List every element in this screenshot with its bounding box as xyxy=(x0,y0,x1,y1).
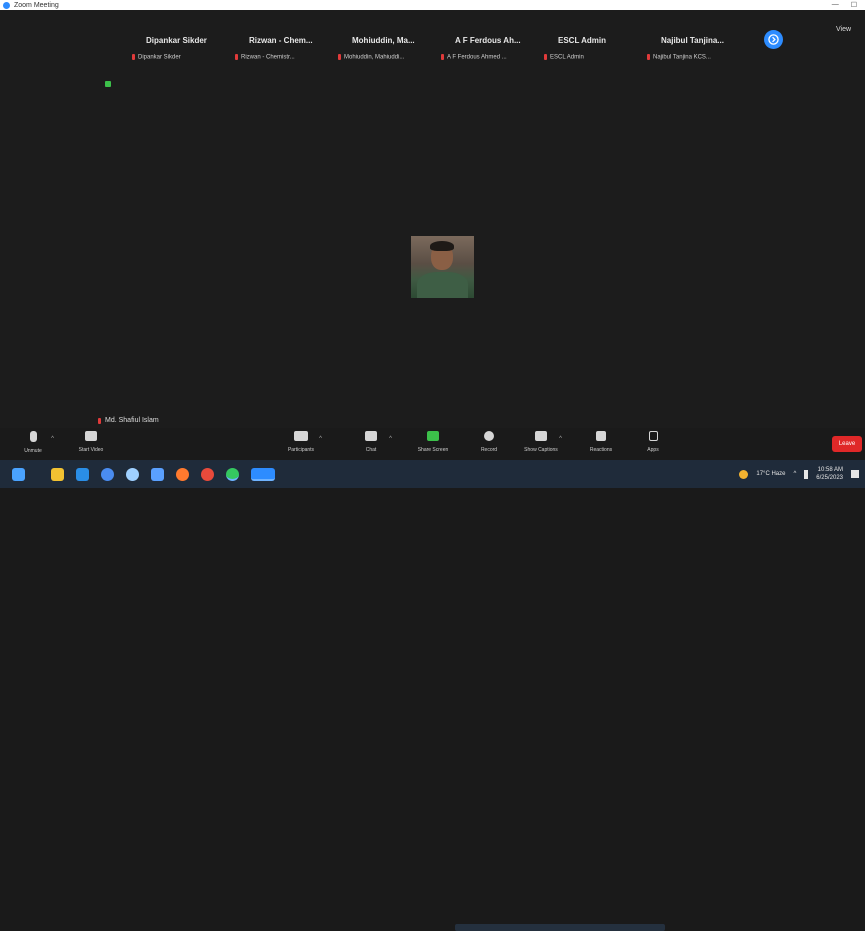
file-explorer-icon[interactable] xyxy=(51,467,64,481)
participant-tile[interactable]: A F Ferdous Ah... A F Ferdous Ahmed ... xyxy=(437,32,540,74)
leave-button[interactable]: Leave xyxy=(832,436,862,452)
participant-tile[interactable]: Dipankar Sikder Dipankar Sikder xyxy=(128,32,231,74)
chevron-up-icon[interactable]: ^ xyxy=(559,436,562,442)
participant-subname: Mohiuddin, Mahiuddi... xyxy=(338,54,404,61)
record-button[interactable]: Record xyxy=(466,431,512,453)
chevron-up-icon[interactable]: ^ xyxy=(51,436,54,442)
mic-muted-icon xyxy=(544,54,547,60)
reactions-icon xyxy=(596,431,606,441)
system-tray: 17°C Haze ^ 10:58 AM 6/25/2023 xyxy=(739,466,859,482)
mic-muted-icon xyxy=(441,54,444,60)
unmute-button[interactable]: ^ Unmute xyxy=(10,431,56,454)
participant-name: Mohiuddin, Ma... xyxy=(352,36,415,45)
mic-muted-icon xyxy=(132,54,135,60)
view-button[interactable]: View xyxy=(836,26,851,33)
chevron-up-icon[interactable]: ^ xyxy=(793,471,796,477)
active-speaker-video[interactable] xyxy=(411,236,474,298)
participant-tile[interactable]: ESCL Admin ESCL Admin xyxy=(540,32,643,74)
record-icon xyxy=(484,431,494,441)
participant-subname: Dipankar Sikder xyxy=(132,54,181,61)
taskbar-clock[interactable]: 10:58 AM 6/25/2023 xyxy=(816,466,843,482)
participant-subname: Rizwan - Chemistr... xyxy=(235,54,295,61)
participant-gallery: Dipankar Sikder Dipankar Sikder Rizwan -… xyxy=(128,32,746,74)
mic-muted-icon xyxy=(338,54,341,60)
participant-name: A F Ferdous Ah... xyxy=(455,36,521,45)
meeting-stage: Dipankar Sikder Dipankar Sikder Rizwan -… xyxy=(0,10,865,428)
participant-subname: A F Ferdous Ahmed ... xyxy=(441,54,507,61)
participant-subname: Najibul Tanjina KCS... xyxy=(647,54,711,61)
speaker-body xyxy=(417,272,468,298)
participant-name: Rizwan - Chem... xyxy=(249,36,313,45)
captions-button[interactable]: ^ Show Captions xyxy=(518,431,564,453)
mic-muted-icon xyxy=(235,54,238,60)
minimize-button[interactable]: — xyxy=(832,1,839,9)
weather-icon[interactable] xyxy=(739,469,749,479)
apps-icon xyxy=(648,431,658,441)
participants-button[interactable]: ^ Participants xyxy=(278,431,324,453)
firefox-icon[interactable] xyxy=(176,467,189,481)
notification-icon[interactable] xyxy=(851,470,859,478)
whatsapp-icon[interactable] xyxy=(226,467,239,481)
security-indicator-icon[interactable] xyxy=(105,81,111,87)
self-view-name: Md. Shafiul Islam xyxy=(105,417,159,424)
apps-button[interactable]: Apps xyxy=(630,431,676,453)
participant-subname: ESCL Admin xyxy=(544,54,584,61)
participant-name: Najibul Tanjina... xyxy=(661,36,724,45)
self-view-label: Md. Shafiul Islam xyxy=(98,417,159,424)
share-screen-icon xyxy=(427,431,439,441)
taskbar-search-strip xyxy=(455,924,665,931)
cc-icon xyxy=(535,431,547,441)
chat-button[interactable]: ^ Chat xyxy=(348,431,394,453)
speaker-hair xyxy=(430,241,454,251)
maximize-button[interactable]: ☐ xyxy=(851,1,857,9)
participant-tile[interactable]: Najibul Tanjina... Najibul Tanjina KCS..… xyxy=(643,32,746,74)
start-video-button[interactable]: Start Video xyxy=(68,431,114,453)
window-title: Zoom Meeting xyxy=(14,1,59,9)
windows-taskbar: 17°C Haze ^ 10:58 AM 6/25/2023 xyxy=(0,460,865,931)
window-controls: — ☐ xyxy=(832,1,857,9)
zoom-icon[interactable] xyxy=(251,467,275,481)
share-screen-button[interactable]: Share Screen xyxy=(410,431,456,453)
next-page-button[interactable] xyxy=(764,30,783,49)
participant-tile[interactable]: Rizwan - Chem... Rizwan - Chemistr... xyxy=(231,32,334,74)
store-icon[interactable] xyxy=(151,467,164,481)
mic-muted-icon xyxy=(29,431,37,442)
reactions-button[interactable]: Reactions xyxy=(578,431,624,453)
chrome-alt-icon[interactable] xyxy=(201,467,214,481)
chevron-up-icon[interactable]: ^ xyxy=(319,436,322,442)
chrome-icon[interactable] xyxy=(101,467,114,481)
participants-icon xyxy=(294,431,308,441)
participant-tile[interactable]: Mohiuddin, Ma... Mohiuddin, Mahiuddi... xyxy=(334,32,437,74)
edge-icon[interactable] xyxy=(76,467,89,481)
zoom-icon xyxy=(3,1,10,9)
chat-icon xyxy=(365,431,377,441)
participant-name: ESCL Admin xyxy=(558,36,607,45)
chevron-right-icon xyxy=(768,34,779,45)
chrome-profile-icon[interactable] xyxy=(126,467,139,481)
participant-name: Dipankar Sikder xyxy=(146,36,207,45)
battery-icon[interactable] xyxy=(804,469,809,479)
video-off-icon xyxy=(85,431,97,441)
mic-muted-icon xyxy=(98,417,101,424)
chevron-up-icon[interactable]: ^ xyxy=(389,436,392,442)
windows-start-icon[interactable] xyxy=(12,467,25,481)
mic-muted-icon xyxy=(647,54,650,60)
weather-text[interactable]: 17°C Haze xyxy=(756,471,785,477)
meeting-toolbar: ^ Unmute Start Video ^ Participants ^ Ch… xyxy=(0,428,865,460)
window-titlebar: Zoom Meeting — ☐ xyxy=(0,0,865,10)
